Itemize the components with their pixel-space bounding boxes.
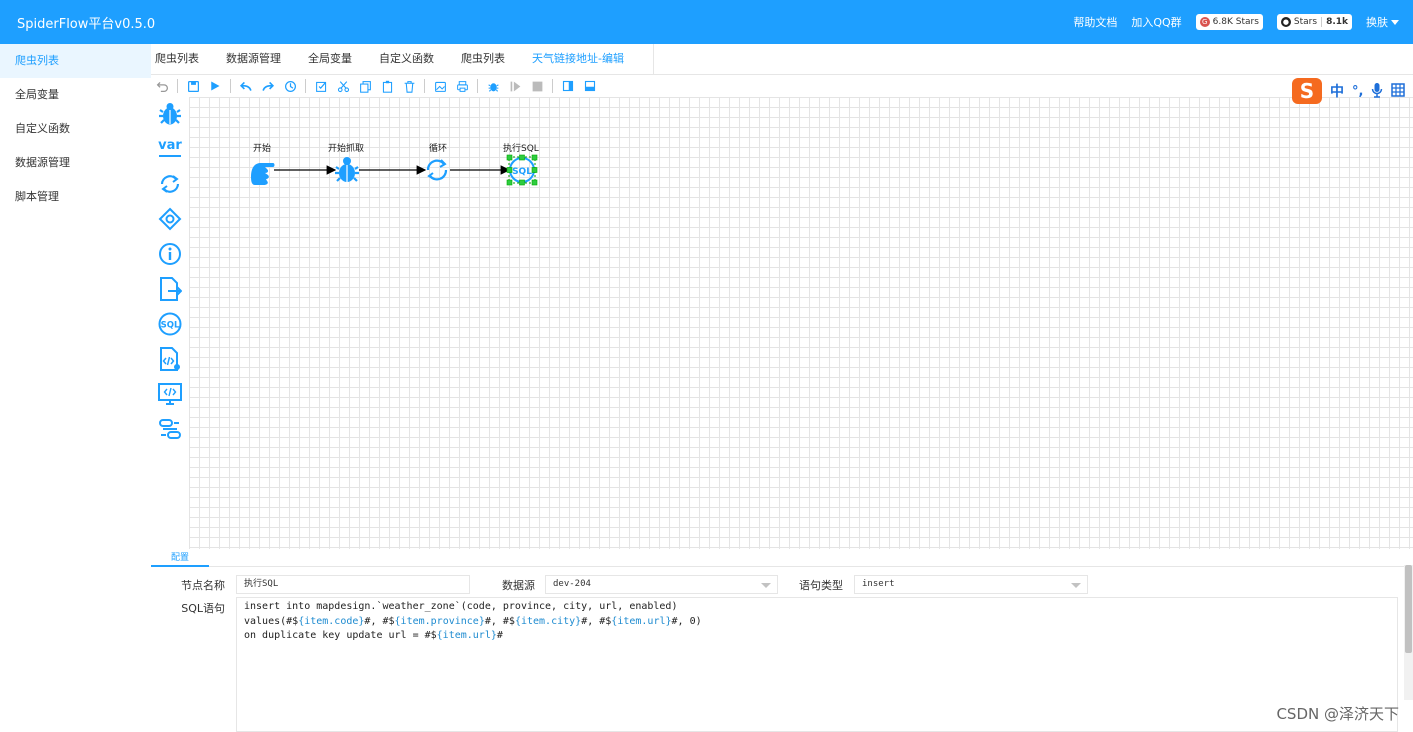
keyboard-grid-icon[interactable] [1391, 82, 1406, 100]
output-icon[interactable] [157, 276, 183, 302]
config-tabbar [151, 549, 1413, 567]
statement-type-label: 语句类型 [799, 579, 843, 592]
tab-spider-list[interactable]: 爬虫列表 [155, 44, 199, 74]
undo-icon[interactable] [151, 77, 173, 95]
select-all-icon[interactable] [310, 77, 332, 95]
condition-icon[interactable] [157, 206, 183, 232]
delete-icon[interactable] [398, 77, 420, 95]
app-title: SpiderFlow平台v0.5.0 [17, 17, 156, 32]
node-palette: var SQL [151, 97, 189, 549]
function-icon[interactable] [157, 346, 183, 372]
info-icon[interactable] [157, 241, 183, 267]
chevron-down-icon [1071, 583, 1081, 588]
paste-icon[interactable] [376, 77, 398, 95]
help-docs-link[interactable]: 帮助文档 [1073, 14, 1117, 30]
copy-icon[interactable] [354, 77, 376, 95]
toolbar-separator [424, 79, 425, 93]
node-label-loop: 循环 [429, 144, 448, 154]
node-label-sql: 执行SQL [503, 144, 539, 154]
loop-icon[interactable] [426, 159, 448, 181]
skin-menu[interactable]: 换肤 [1366, 14, 1399, 30]
statement-type-select[interactable]: insert [854, 575, 1088, 594]
tab-datasource[interactable]: 数据源管理 [226, 44, 281, 74]
chevron-down-icon [1391, 19, 1399, 25]
node-name-label: 节点名称 [181, 579, 225, 592]
ime-toolbar[interactable]: S 中 °, [1292, 77, 1413, 105]
tab-global-vars[interactable]: 全局变量 [308, 44, 352, 74]
sidebar-item-global-vars[interactable]: 全局变量 [0, 78, 151, 112]
run-icon[interactable] [204, 77, 226, 95]
punctuation-icon[interactable]: °, [1352, 84, 1363, 99]
toggle-bottom-panel-icon[interactable] [579, 77, 601, 95]
join-qq-link[interactable]: 加入QQ群 [1131, 14, 1181, 30]
config-panel: 配置 节点名称 执行SQL 数据源 dev-204 语句类型 insert SQ… [151, 549, 1413, 732]
redo-arrow-icon[interactable] [257, 77, 279, 95]
toolbar-separator [230, 79, 231, 93]
node-name-input[interactable]: 执行SQL [236, 575, 470, 594]
gitee-icon: G [1199, 17, 1210, 27]
hand-pointer-icon[interactable] [251, 163, 275, 185]
svg-text:SQL: SQL [512, 167, 532, 177]
tab-spider-list-2[interactable]: 爬虫列表 [461, 44, 505, 74]
resume-icon[interactable] [504, 77, 526, 95]
sidebar-item-scripts[interactable]: 脚本管理 [0, 180, 151, 214]
github-icon: ● [1280, 17, 1291, 27]
tab-weather-edit[interactable]: 天气链接地址-编辑 [532, 44, 624, 74]
ime-mode[interactable]: 中 [1330, 81, 1344, 101]
spider-icon[interactable] [157, 101, 183, 127]
sql-icon[interactable]: SQL [157, 311, 183, 337]
node-label-fetch: 开始抓取 [328, 144, 365, 154]
tab-bar: 爬虫列表 数据源管理 全局变量 自定义函数 爬虫列表 天气链接地址-编辑 [151, 44, 1413, 75]
datasource-label: 数据源 [502, 579, 535, 592]
editor-toolbar [151, 75, 1413, 97]
stop-icon[interactable] [526, 77, 548, 95]
sql-statement-label: SQL语句 [181, 602, 225, 615]
gitee-stars-badge[interactable]: G 6.8K Stars [1195, 14, 1263, 30]
sql-editor[interactable]: insert into mapdesign.`weather_zone`(cod… [236, 597, 1398, 732]
config-scrollbar[interactable] [1404, 565, 1413, 700]
sidebar-item-datasource[interactable]: 数据源管理 [0, 146, 151, 180]
toolbar-separator [477, 79, 478, 93]
history-icon[interactable] [279, 77, 301, 95]
top-header: SpiderFlow平台v0.5.0 帮助文档 加入QQ群 G 6.8K Sta… [0, 0, 1413, 44]
toolbar-separator [177, 79, 178, 93]
save-icon[interactable] [182, 77, 204, 95]
sidebar-item-spider-list[interactable]: 爬虫列表 [0, 44, 151, 78]
node-label-start: 开始 [253, 144, 272, 154]
print-icon[interactable] [451, 77, 473, 95]
header-links: 帮助文档 加入QQ群 G 6.8K Stars ● Stars 8.1k 换肤 [1073, 0, 1399, 44]
var-underline [159, 155, 181, 157]
sql-icon[interactable]: SQL [506, 154, 538, 186]
watermark: CSDN @泽济天下 [1276, 705, 1399, 723]
github-stars-badge[interactable]: ● Stars 8.1k [1276, 14, 1352, 30]
flow-canvas[interactable]: SQL 开始 开始抓取 循环 执行SQL [189, 97, 1413, 549]
link-icon[interactable] [157, 416, 183, 442]
tab-custom-functions[interactable]: 自定义函数 [379, 44, 434, 74]
undo-arrow-icon[interactable] [235, 77, 257, 95]
tab-divider [652, 44, 654, 74]
flow-graph: SQL [251, 154, 538, 186]
loop-icon[interactable] [157, 171, 183, 197]
microphone-icon[interactable] [1371, 82, 1383, 101]
toggle-left-panel-icon[interactable] [557, 77, 579, 95]
datasource-select[interactable]: dev-204 [545, 575, 778, 594]
svg-text:SQL: SQL [161, 321, 180, 331]
chevron-down-icon [761, 583, 771, 588]
export-image-icon[interactable] [429, 77, 451, 95]
cut-icon[interactable] [332, 77, 354, 95]
spider-icon[interactable] [335, 157, 359, 182]
sidebar: 爬虫列表 全局变量 自定义函数 数据源管理 脚本管理 [0, 44, 151, 732]
sogou-logo-icon: S [1292, 78, 1322, 104]
tab-config[interactable]: 配置 [151, 549, 209, 567]
sidebar-item-custom-functions[interactable]: 自定义函数 [0, 112, 151, 146]
toolbar-separator [552, 79, 553, 93]
variable-icon[interactable]: var [157, 135, 183, 161]
debug-icon[interactable] [482, 77, 504, 95]
scrollbar-thumb[interactable] [1405, 565, 1412, 653]
code-icon[interactable] [157, 381, 183, 407]
toolbar-separator [305, 79, 306, 93]
